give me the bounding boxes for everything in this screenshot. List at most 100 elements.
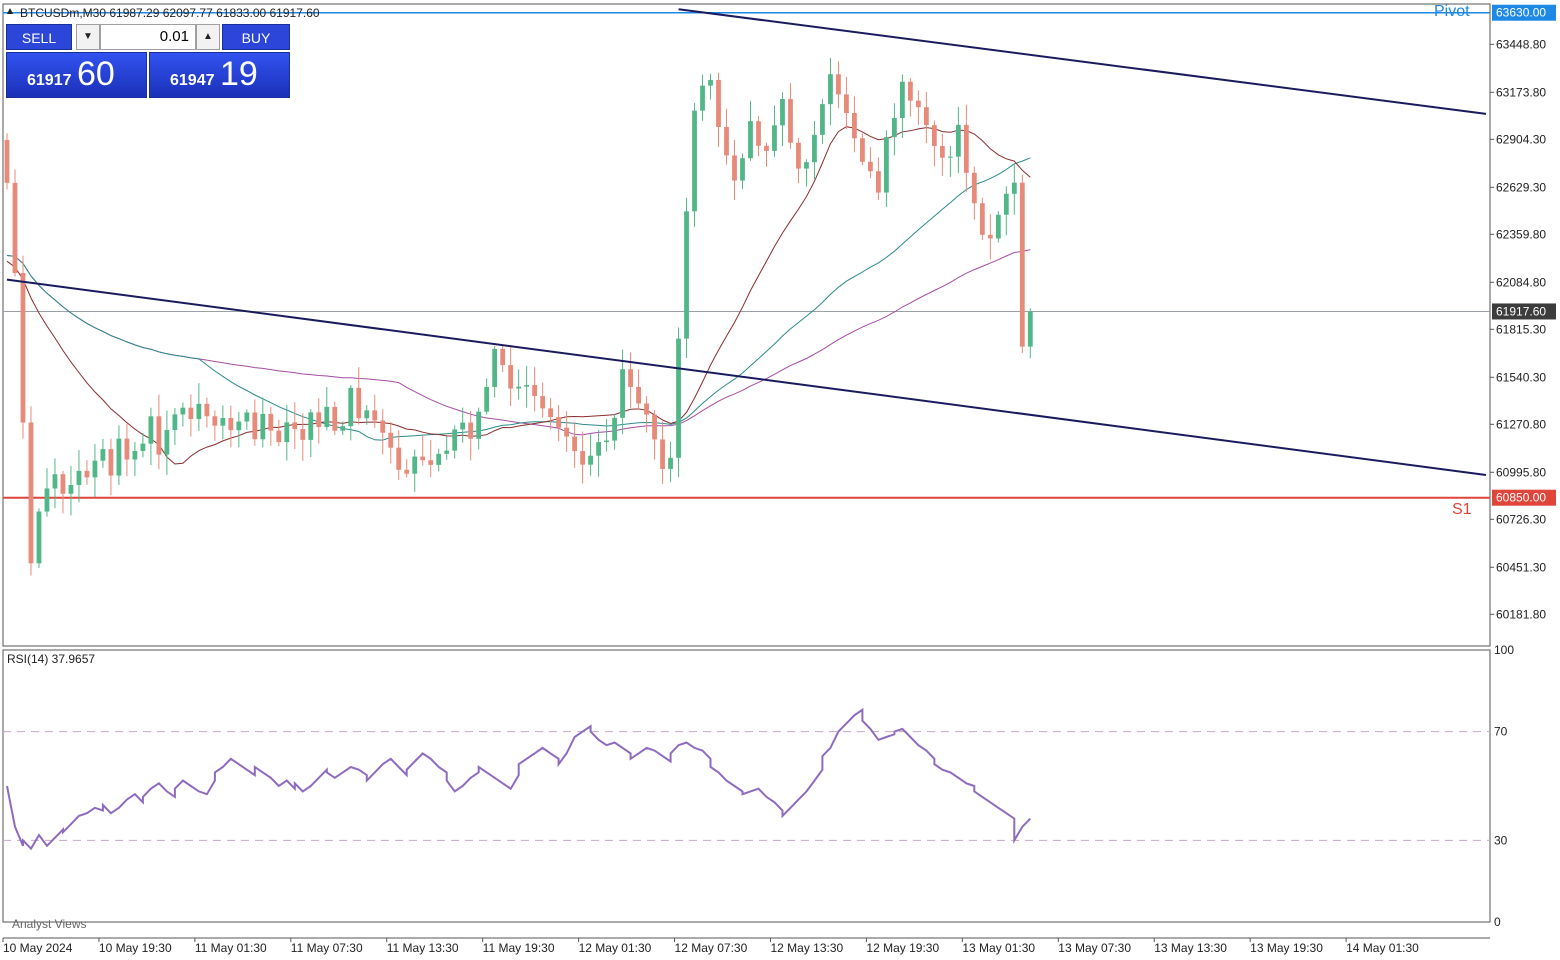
- price-tick-label: 60451.30: [1496, 560, 1546, 574]
- price-tick-label: 61815.30: [1496, 322, 1546, 336]
- candle: [428, 439, 434, 478]
- candle-body: [939, 146, 945, 158]
- candle-body: [60, 474, 66, 494]
- sell-button[interactable]: SELL: [6, 24, 72, 50]
- candle-body: [116, 438, 122, 476]
- price-tick-label: 63173.80: [1496, 85, 1546, 99]
- candle-body: [700, 85, 705, 111]
- candle: [20, 255, 26, 439]
- candle: [372, 394, 378, 428]
- candle-body: [812, 134, 817, 163]
- candle: [252, 399, 258, 446]
- rsi-tick-label: 70: [1494, 725, 1508, 739]
- sell-price-button[interactable]: 61917 60: [6, 52, 147, 98]
- candle: [332, 401, 338, 435]
- rsi-indicator-label: RSI(14) 37.9657: [7, 652, 95, 666]
- candle: [931, 120, 937, 167]
- candle-body: [284, 422, 290, 443]
- candle-body: [148, 416, 154, 444]
- buy-button[interactable]: BUY: [222, 24, 290, 50]
- candle: [1027, 308, 1033, 359]
- candle-body: [4, 140, 10, 183]
- candle: [899, 74, 905, 139]
- candle-body: [356, 387, 362, 419]
- candle-body: [644, 403, 649, 415]
- candle: [700, 74, 705, 121]
- buy-price-button[interactable]: 61947 19: [149, 52, 290, 98]
- candle: [820, 99, 825, 144]
- candle: [716, 72, 721, 147]
- candle-body: [1019, 182, 1025, 347]
- candle-body: [1011, 182, 1017, 194]
- pivot-label: Pivot: [1434, 3, 1470, 20]
- candle-body: [484, 386, 490, 412]
- candle: [620, 349, 625, 435]
- candle-body: [20, 273, 26, 423]
- lot-size-input[interactable]: 0.01: [100, 24, 196, 50]
- candle-body: [915, 100, 921, 108]
- candle-body: [300, 429, 306, 440]
- candle-body: [236, 421, 242, 431]
- collapse-triangle-icon[interactable]: [7, 8, 13, 14]
- candle-body: [884, 137, 889, 193]
- price-tag-label: 63630.00: [1496, 6, 1546, 20]
- candle: [148, 407, 154, 466]
- candle: [44, 468, 50, 517]
- candle: [156, 394, 162, 470]
- candle: [572, 421, 578, 468]
- candle-body: [324, 406, 330, 428]
- candle: [180, 402, 186, 427]
- candle: [892, 103, 897, 156]
- candle-body: [252, 412, 258, 440]
- candle-body: [652, 414, 657, 440]
- candle: [244, 409, 250, 430]
- candle: [636, 369, 641, 411]
- candle-body: [52, 474, 58, 489]
- candle: [947, 145, 953, 177]
- candle-body: [556, 417, 562, 428]
- candle-body: [44, 488, 50, 512]
- candle-body: [756, 121, 761, 146]
- rsi-tick-label: 100: [1494, 643, 1514, 657]
- candle: [556, 404, 562, 442]
- candle-body: [716, 79, 721, 128]
- candle-body: [931, 125, 937, 147]
- candle-body: [108, 449, 114, 476]
- candle-body: [923, 107, 929, 126]
- time-tick-label: 11 May 13:30: [387, 941, 459, 955]
- candle-body: [172, 414, 178, 431]
- price-chart[interactable]: 63448.80 63173.80 62904.30 62629.30 62359.80…: [0, 0, 1560, 960]
- price-tick-label: 62359.80: [1496, 227, 1546, 241]
- candle-body: [844, 94, 849, 114]
- candle: [268, 406, 274, 446]
- symbol-info: BTCUSDm,M30 61987.29 62097.77 61833.00 6…: [20, 6, 320, 20]
- candle: [748, 100, 753, 161]
- ma-purple-line: [6, 249, 1031, 436]
- candle: [660, 421, 665, 484]
- candle: [236, 411, 242, 448]
- candle: [380, 409, 386, 455]
- candle-body: [724, 127, 729, 156]
- candle: [436, 448, 442, 472]
- candle: [939, 133, 945, 177]
- time-tick-label: 10 May 2024: [3, 941, 73, 955]
- candle: [76, 449, 82, 503]
- candle-body: [452, 429, 458, 451]
- candle: [228, 405, 234, 448]
- candle-body: [628, 369, 633, 387]
- candle-body: [100, 449, 106, 461]
- buy-price-big: 19: [220, 55, 258, 93]
- candle: [548, 397, 554, 430]
- price-tick-label: 63448.80: [1496, 37, 1546, 51]
- candle: [404, 459, 410, 478]
- candle-body: [860, 138, 865, 162]
- candle-body: [436, 453, 442, 465]
- candle: [12, 169, 18, 277]
- chevron-up-icon[interactable]: ▲: [196, 24, 220, 50]
- candle-body: [772, 125, 777, 151]
- candle: [796, 137, 801, 184]
- candle-body: [460, 422, 466, 430]
- time-tick-label: 12 May 01:30: [579, 941, 652, 955]
- candle-body: [164, 430, 170, 455]
- chevron-down-icon[interactable]: ▼: [76, 24, 100, 50]
